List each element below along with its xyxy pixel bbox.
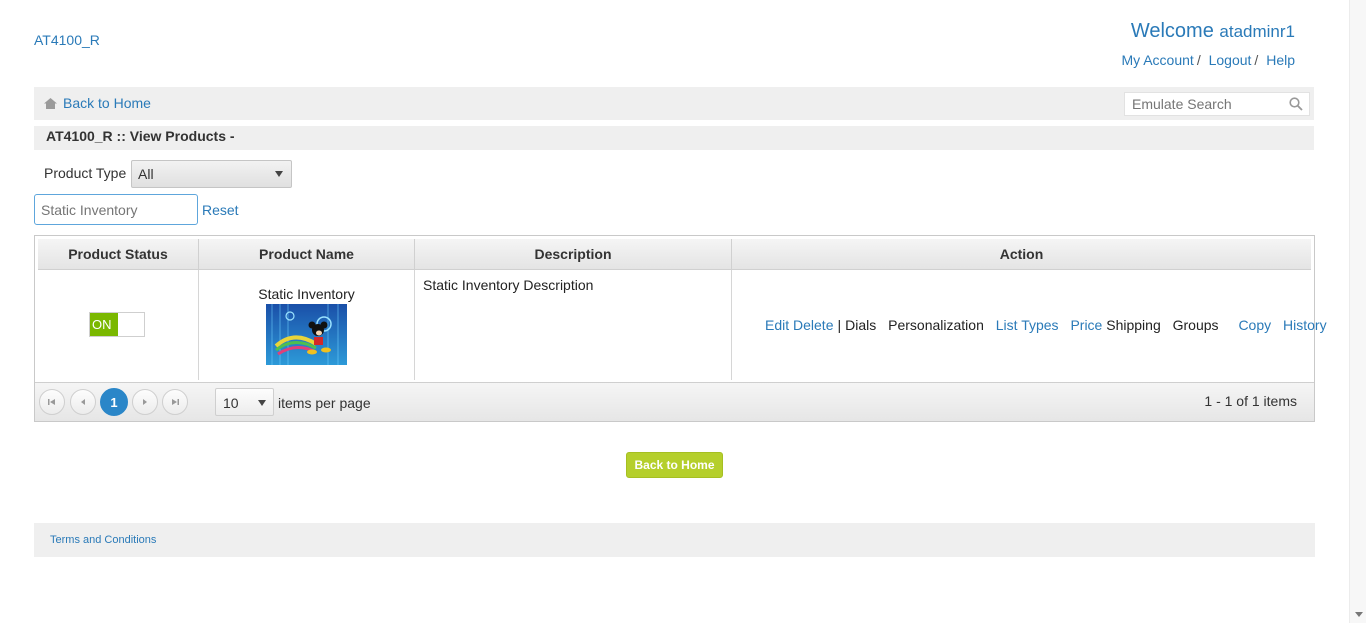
product-type-select[interactable]: All (131, 160, 292, 188)
terms-link[interactable]: Terms and Conditions (50, 534, 156, 546)
footer: Terms and Conditions (34, 523, 1315, 557)
welcome-message: Welcome atadminr1 (1131, 20, 1295, 43)
action-separator: | (837, 317, 842, 333)
page-title-bar: AT4100_R :: View Products - (34, 126, 1314, 150)
back-to-home-button[interactable]: Back to Home (626, 452, 723, 478)
shipping-link[interactable]: Shipping (1106, 317, 1161, 333)
page-number-button[interactable]: 1 (100, 388, 128, 416)
last-page-button[interactable] (162, 389, 188, 415)
scrollbar[interactable] (1349, 0, 1366, 623)
last-page-icon (172, 399, 179, 405)
list-types-link[interactable]: List Types (996, 317, 1059, 333)
column-header-description[interactable]: Description (415, 239, 732, 270)
column-header-name[interactable]: Product Name (199, 239, 415, 270)
welcome-label: Welcome (1130, 20, 1214, 42)
action-links: Edit Delete | Dials Personalization List T… (765, 317, 1327, 333)
account-links: My Account / Logout / Help (1121, 52, 1295, 68)
pager-info: 1 - 1 of 1 items (1204, 393, 1297, 409)
search-icon[interactable] (1289, 97, 1303, 111)
copy-link[interactable]: Copy (1238, 317, 1271, 333)
home-icon (44, 97, 57, 109)
groups-link[interactable]: Groups (1173, 317, 1219, 333)
product-name: Static Inventory (258, 286, 355, 302)
name-cell: Static Inventory (199, 270, 415, 380)
edit-link[interactable]: Edit (765, 317, 789, 333)
delete-link[interactable]: Delete (793, 317, 833, 333)
reset-link[interactable]: Reset (202, 202, 239, 218)
page-size-value: 10 (223, 395, 239, 411)
price-link[interactable]: Price (1070, 317, 1102, 333)
items-per-page-label: items per page (278, 395, 371, 411)
product-search-input[interactable] (35, 195, 185, 224)
first-page-button[interactable] (39, 389, 65, 415)
dials-link[interactable]: Dials (845, 317, 876, 333)
first-page-icon (48, 399, 55, 405)
grid-header: Product Status Product Name Description … (38, 239, 1311, 270)
column-header-status[interactable]: Product Status (38, 239, 199, 270)
chevron-down-icon (275, 171, 283, 177)
prev-page-icon (81, 399, 85, 405)
action-cell: Edit Delete | Dials Personalization List T… (732, 270, 1327, 380)
history-link[interactable]: History (1283, 317, 1327, 333)
personalization-link[interactable]: Personalization (888, 317, 984, 333)
page-size-select[interactable]: 10 (215, 388, 274, 416)
link-separator: / (1254, 52, 1259, 68)
my-account-link[interactable]: My Account (1121, 52, 1193, 68)
table-row: ON Static Inventory Static Inventory Des… (38, 270, 1327, 380)
product-search-field (34, 194, 198, 225)
emulate-search-input[interactable] (1125, 93, 1285, 115)
description-cell: Static Inventory Description (415, 270, 732, 380)
next-page-button[interactable] (132, 389, 158, 415)
logout-link[interactable]: Logout (1209, 52, 1252, 68)
back-to-home-label: Back to Home (63, 95, 151, 111)
status-toggle-label: ON (90, 313, 118, 336)
username: atadminr1 (1219, 22, 1295, 41)
prev-page-button[interactable] (70, 389, 96, 415)
product-type-value: All (138, 166, 154, 182)
pager: 1 10 items per page 1 - 1 of 1 items (35, 382, 1314, 421)
page-title: AT4100_R :: View Products - (46, 128, 235, 144)
nav-bar: Back to Home (34, 87, 1314, 120)
emulate-search (1124, 92, 1310, 116)
status-toggle[interactable]: ON (89, 312, 145, 337)
product-type-label: Product Type : (44, 165, 135, 181)
status-cell: ON (38, 270, 199, 380)
store-code-link[interactable]: AT4100_R (34, 32, 100, 48)
help-link[interactable]: Help (1266, 52, 1295, 68)
page: AT4100_R Welcome atadminr1 My Account / L… (0, 0, 1366, 623)
scroll-down-icon[interactable] (1355, 612, 1363, 617)
next-page-icon (143, 399, 147, 405)
product-description: Static Inventory Description (423, 277, 594, 293)
link-separator: / (1196, 52, 1201, 68)
chevron-down-icon (258, 400, 266, 406)
back-to-home-link[interactable]: Back to Home (44, 95, 151, 111)
product-thumbnail[interactable] (266, 304, 347, 365)
column-header-action[interactable]: Action (732, 239, 1311, 270)
products-grid: Product Status Product Name Description … (34, 235, 1327, 422)
